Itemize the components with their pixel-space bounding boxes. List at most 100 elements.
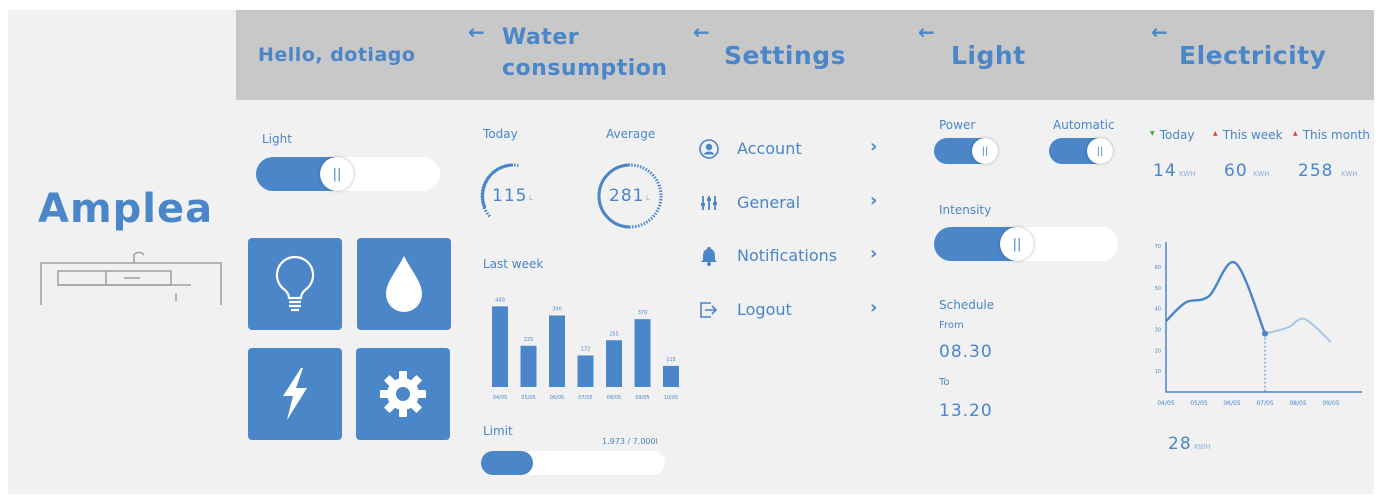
period-today[interactable]: ▼ Today <box>1150 124 1194 143</box>
period-month-label: This month <box>1302 128 1371 142</box>
water-bar-day-label: 04/05 <box>493 395 507 400</box>
bolt-icon <box>283 368 307 420</box>
water-bar-value-label: 255 <box>609 331 619 337</box>
electricity-title: Electricity <box>1179 41 1327 70</box>
water-bar <box>520 345 537 387</box>
greeting-title: Hello, dotiago <box>258 44 416 66</box>
water-title-line1: Water <box>502 25 580 50</box>
y-tick-label: 50 <box>1155 286 1161 292</box>
water-bar <box>634 319 651 387</box>
light-slider-knob[interactable]: || <box>320 157 354 191</box>
series-line <box>1264 317 1332 343</box>
electricity-back-button[interactable]: ← <box>1151 22 1168 42</box>
marker-point[interactable] <box>1262 330 1268 337</box>
limit-text: 1.973 / 7.000l <box>602 437 658 446</box>
x-tick-label: 06/05 <box>1223 400 1240 407</box>
chevron-right-icon: › <box>870 243 878 264</box>
lastweek-label: Last week <box>483 257 544 271</box>
water-bar-day-label: 10/05 <box>664 395 678 400</box>
average-unit: L <box>646 194 650 202</box>
x-tick-label: 09/05 <box>1322 400 1339 407</box>
electricity-tile[interactable] <box>248 348 342 440</box>
period-month[interactable]: ▲ This month <box>1293 124 1370 143</box>
water-bar-value-label: 390 <box>552 307 562 313</box>
bottom-kwh-unit: KWH <box>1194 443 1211 451</box>
week-kwh-value: 60 <box>1224 161 1248 181</box>
today-unit: L <box>529 194 533 202</box>
menu-label-notifications: Notifications <box>737 246 838 265</box>
electricity-line-chart: 10 20 30 40 50 60 70 04/05 05/05 06/05 07/05 08/05 0… <box>1155 242 1362 407</box>
water-tile[interactable] <box>357 238 451 330</box>
trend-up-icon: ▲ <box>1293 130 1298 137</box>
from-label: From <box>939 320 964 331</box>
schedule-label: Schedule <box>939 298 995 312</box>
water-back-button[interactable]: ← <box>468 22 485 42</box>
automatic-toggle[interactable]: || <box>1049 138 1113 164</box>
home-header: Hello, dotiago <box>236 10 463 100</box>
limit-progress-bar <box>481 451 665 475</box>
chevron-right-icon: › <box>870 190 878 211</box>
water-bar-day-label: 08/05 <box>607 395 621 400</box>
trend-down-icon: ▼ <box>1150 130 1155 137</box>
automatic-label: Automatic <box>1053 118 1115 132</box>
today-kwh-value: 14 <box>1153 161 1177 181</box>
x-tick-label: 05/05 <box>1190 400 1207 407</box>
period-week[interactable]: ▲ This week <box>1213 124 1283 143</box>
to-value[interactable]: 13.20 <box>939 401 993 421</box>
x-tick-label: 08/05 <box>1289 400 1306 407</box>
today-kwh-unit: KWH <box>1179 170 1196 178</box>
settings-header: ← Settings <box>688 10 913 100</box>
menu-label-logout: Logout <box>737 300 792 319</box>
today-label: Today <box>483 127 518 141</box>
chevron-right-icon: › <box>870 297 878 318</box>
menu-item-notifications[interactable]: Notifications › <box>698 241 898 271</box>
water-bar <box>577 355 594 387</box>
power-toggle[interactable]: || <box>934 138 998 164</box>
light-tile[interactable] <box>248 238 342 330</box>
x-tick-label: 04/05 <box>1157 400 1174 407</box>
logout-icon <box>698 299 720 321</box>
water-bar <box>663 365 679 387</box>
settings-back-button[interactable]: ← <box>693 22 710 42</box>
menu-item-general[interactable]: General › <box>698 188 898 218</box>
water-bar <box>492 306 508 387</box>
light-slider[interactable]: || <box>256 157 440 191</box>
y-tick-label: 60 <box>1155 265 1161 271</box>
water-bar-value-label: 440 <box>495 297 505 303</box>
intensity-slider-knob[interactable]: || <box>1000 227 1034 261</box>
drop-icon <box>386 256 422 312</box>
to-label: To <box>939 377 950 388</box>
y-tick-label: 10 <box>1155 369 1161 375</box>
month-kwh-value: 258 <box>1298 161 1334 181</box>
menu-label-account: Account <box>737 139 802 158</box>
intensity-slider[interactable]: || <box>934 227 1118 261</box>
power-toggle-knob[interactable]: || <box>972 138 998 164</box>
water-bar-value-label: 225 <box>524 337 534 343</box>
automatic-toggle-knob[interactable]: || <box>1087 138 1113 164</box>
light-back-button[interactable]: ← <box>918 22 935 42</box>
y-tick-label: 70 <box>1155 244 1161 250</box>
from-value[interactable]: 08.30 <box>939 342 993 362</box>
month-kwh-unit: KWH <box>1341 170 1358 178</box>
light-title: Light <box>951 41 1026 70</box>
menu-item-account[interactable]: Account › <box>698 134 898 164</box>
settings-tile[interactable] <box>356 348 450 440</box>
water-bar <box>606 340 622 387</box>
bulb-icon <box>275 255 315 312</box>
water-bar-day-label: 05/05 <box>521 395 535 400</box>
menu-label-general: General <box>737 193 801 212</box>
brand-name: Amplea <box>38 186 214 232</box>
light-label: Light <box>262 132 292 146</box>
water-bar-value-label: 115 <box>666 357 676 363</box>
period-today-label: Today <box>1159 128 1195 142</box>
week-kwh-unit: KWH <box>1253 170 1270 178</box>
gear-icon <box>380 371 426 417</box>
today-value: 115 <box>492 186 528 206</box>
water-bar-value-label: 172 <box>581 346 591 352</box>
water-bar-day-label: 06/05 <box>550 395 564 400</box>
chevron-right-icon: › <box>870 136 878 157</box>
bell-icon <box>698 245 720 267</box>
bottom-kwh-value: 28 <box>1168 434 1192 454</box>
y-tick-label: 20 <box>1155 348 1161 354</box>
menu-item-logout[interactable]: Logout › <box>698 295 898 325</box>
